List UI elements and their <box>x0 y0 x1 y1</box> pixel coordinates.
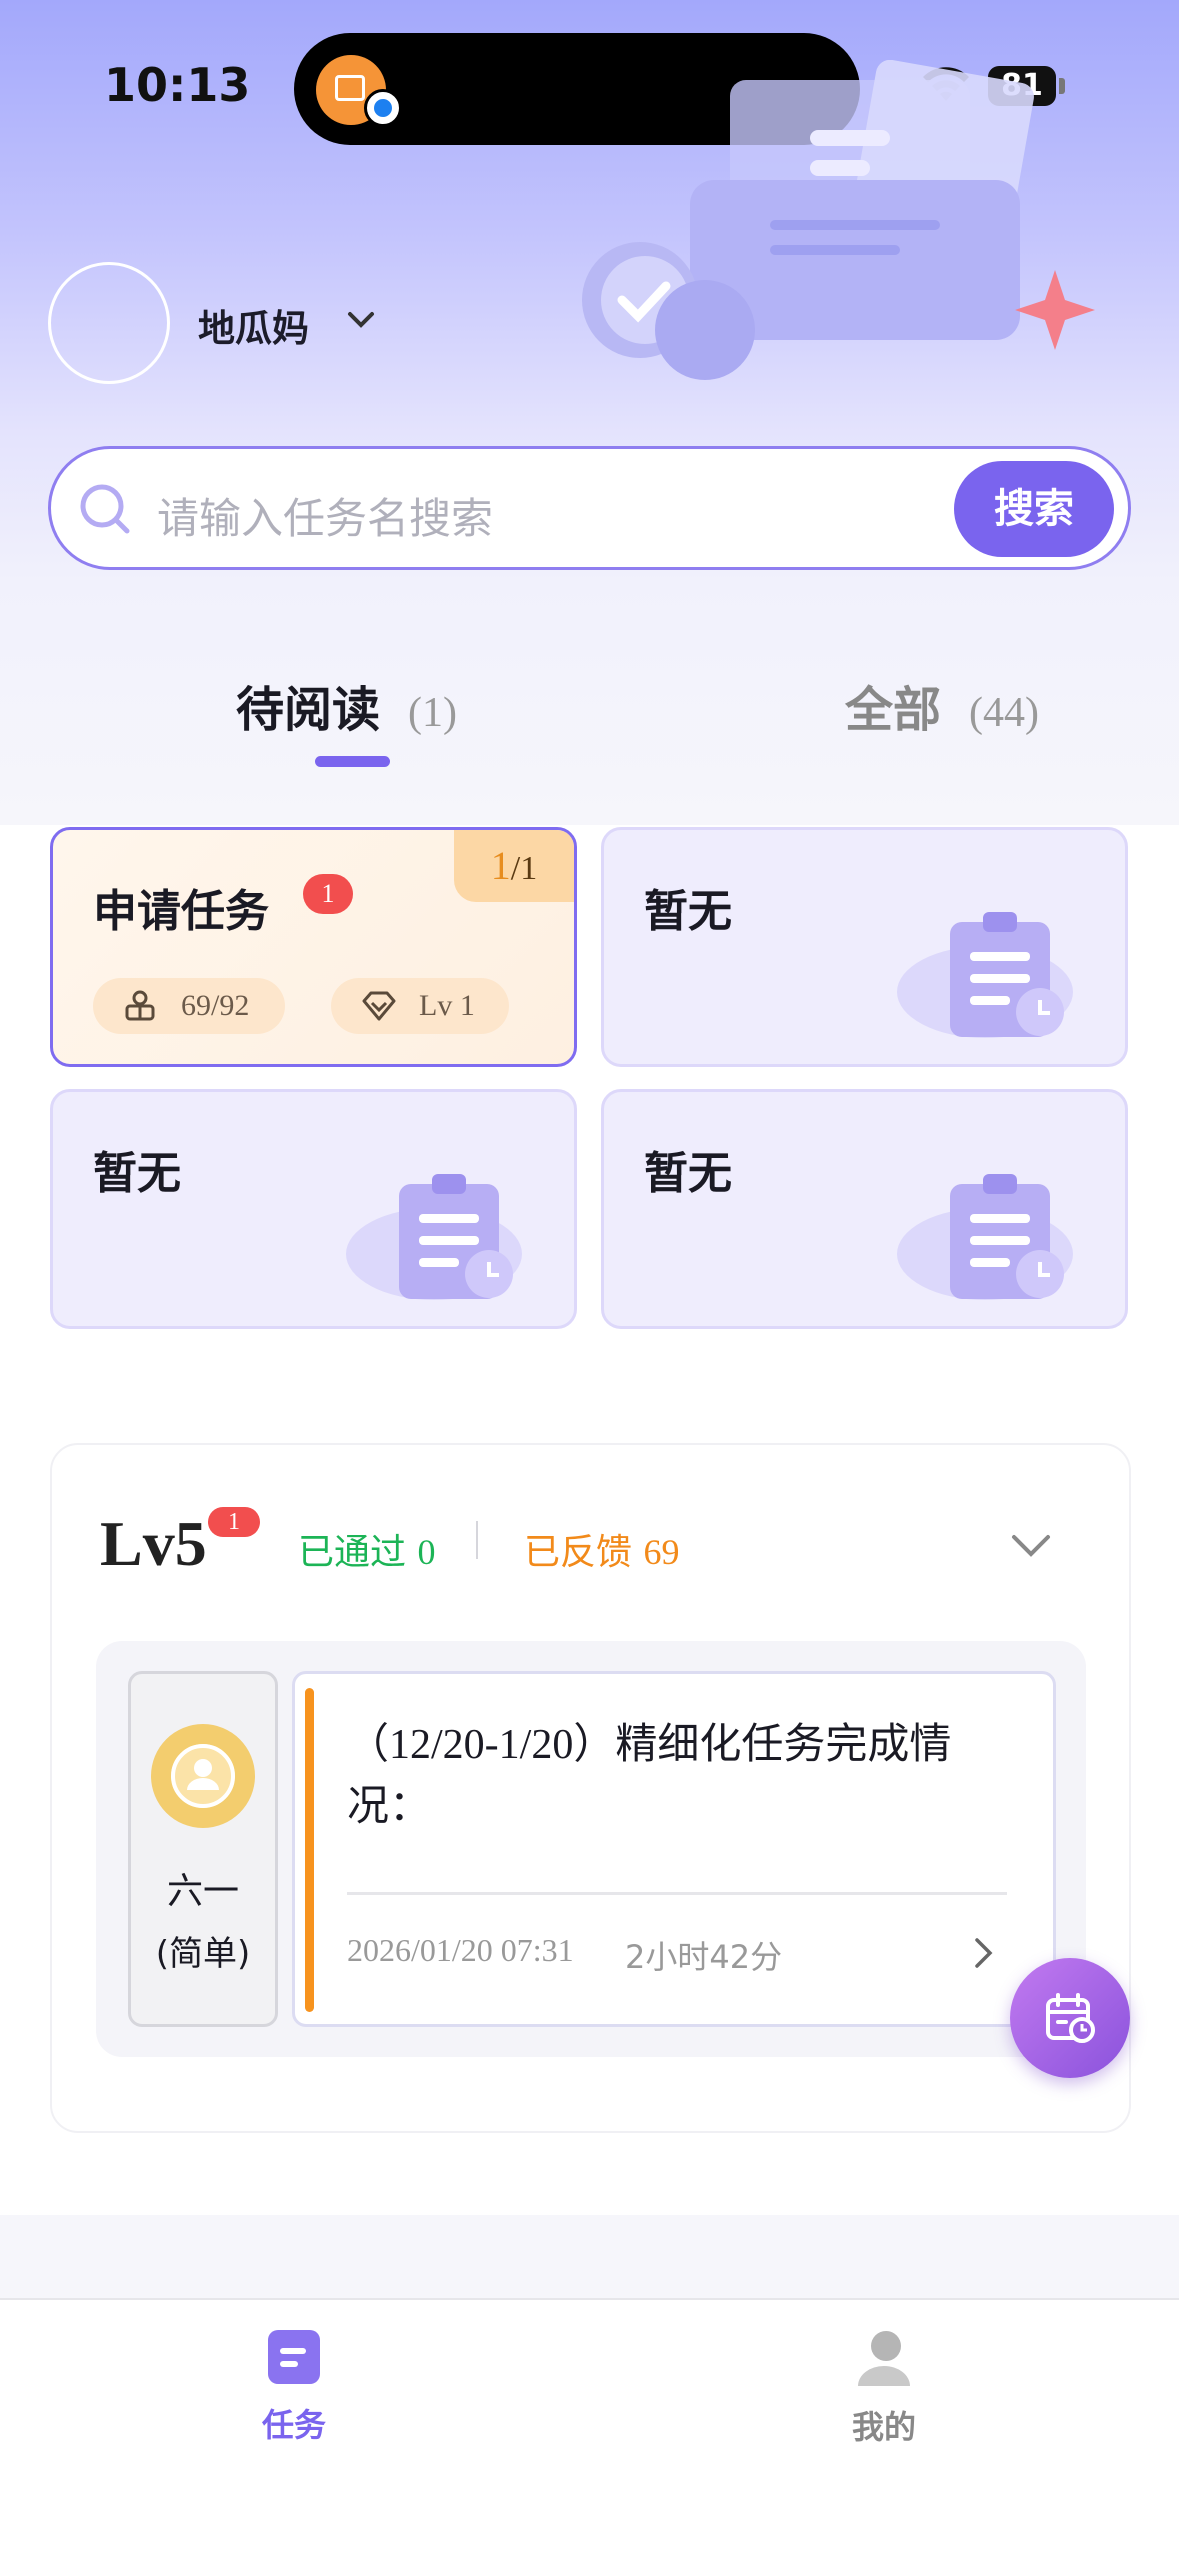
assignee-card: 六一 (简单) <box>128 1671 278 2027</box>
task-list: 六一 (简单) （12/20-1/20）精细化任务完成情况： 2026/01/2… <box>96 1641 1086 2057</box>
card-title: 暂无 <box>93 1148 181 1199</box>
chevron-down-icon[interactable] <box>346 310 376 330</box>
chevron-down-icon[interactable] <box>1010 1533 1052 1559</box>
search-icon <box>80 484 130 534</box>
clipboard-icon <box>346 1174 522 1300</box>
difficulty: (简单) <box>155 1934 251 1974</box>
passed-label: 已通过 <box>298 1532 407 1573</box>
feedback-stat: 已反馈 69 <box>524 1523 679 1575</box>
avatar[interactable] <box>48 262 170 384</box>
header-illustration <box>582 60 1095 380</box>
tab-indicator <box>315 756 390 767</box>
page-total: /1 <box>510 850 538 887</box>
card-title: 暂无 <box>644 886 732 937</box>
app-badge-icon <box>364 89 402 127</box>
chevron-right-icon[interactable] <box>973 1936 995 1970</box>
search-input[interactable]: 请输入任务名搜索 <box>157 485 493 546</box>
diamond-icon <box>362 991 396 1021</box>
nav-item-tasks[interactable]: 任务 <box>194 2328 394 2446</box>
feedback-label: 已反馈 <box>524 1532 633 1573</box>
level-pill: Lv 1 <box>331 978 509 1034</box>
task-duration: 2小时42分 <box>625 1938 783 1976</box>
calendar-icon <box>1046 1993 1095 2043</box>
unread-badge: 1 <box>303 874 353 914</box>
profile-icon <box>858 2331 910 2386</box>
task-status-bar <box>305 1688 314 2012</box>
nav-label: 任务 <box>261 2406 326 2444</box>
bottom-tab-bar: 任务 我的 <box>0 2298 1179 2558</box>
search-bar: 请输入任务名搜索 搜索 <box>48 446 1131 570</box>
divider <box>476 1521 478 1559</box>
task-title: （12/20-1/20）精细化任务完成情况： <box>347 1722 952 1830</box>
user-icon <box>171 1744 235 1808</box>
task-category-card[interactable]: 暂无 <box>601 827 1128 1067</box>
tab-count: (1) <box>408 690 457 736</box>
passed-count: 0 <box>417 1532 436 1572</box>
page-current: 1 <box>490 843 511 888</box>
clipboard-icon <box>897 1174 1073 1300</box>
clipboard-icon <box>897 912 1073 1038</box>
tab-all[interactable]: 全部 (44) <box>845 670 1039 740</box>
username[interactable]: 地瓜妈 <box>198 298 309 352</box>
progress-text: 69/92 <box>181 989 250 1022</box>
status-time: 10:13 <box>104 58 251 112</box>
level-title: Lv5 <box>100 1508 207 1579</box>
tab-label: 待阅读 <box>236 682 381 738</box>
level-badge: 1 <box>208 1507 260 1537</box>
nav-label: 我的 <box>851 2408 916 2446</box>
passed-stat: 已通过 0 <box>298 1523 435 1575</box>
assignee-name: 六一 <box>166 1871 239 1912</box>
avatar <box>151 1724 255 1828</box>
progress-pill: 69/92 <box>93 978 285 1034</box>
tab-count: (44) <box>969 690 1039 736</box>
calendar-fab-button[interactable] <box>1010 1958 1130 2078</box>
task-item[interactable]: （12/20-1/20）精细化任务完成情况： 2026/01/20 07:31 … <box>292 1671 1056 2027</box>
task-date: 2026/01/20 07:31 <box>347 1932 574 1968</box>
task-category-card[interactable]: 申请任务 1 1/1 69/92 Lv 1 <box>50 827 577 1067</box>
card-title: 暂无 <box>644 1148 732 1199</box>
person-icon <box>125 990 155 1021</box>
search-button[interactable]: 搜索 <box>954 461 1114 557</box>
divider <box>347 1892 1007 1895</box>
feedback-count: 69 <box>643 1532 680 1572</box>
task-category-card[interactable]: 暂无 <box>50 1089 577 1329</box>
task-icon <box>268 2330 320 2384</box>
level-section: Lv5 1 已通过 0 已反馈 69 六一 (简单) （12/20-1/20）精… <box>50 1443 1131 2133</box>
task-category-card[interactable]: 暂无 <box>601 1089 1128 1329</box>
tab-pending-read[interactable]: 待阅读 (1) <box>236 670 457 740</box>
card-title: 申请任务 <box>93 886 269 937</box>
tab-label: 全部 <box>845 682 942 738</box>
card-page-indicator: 1/1 <box>454 830 574 902</box>
level-text: Lv 1 <box>419 989 475 1022</box>
nav-item-me[interactable]: 我的 <box>784 2328 984 2448</box>
